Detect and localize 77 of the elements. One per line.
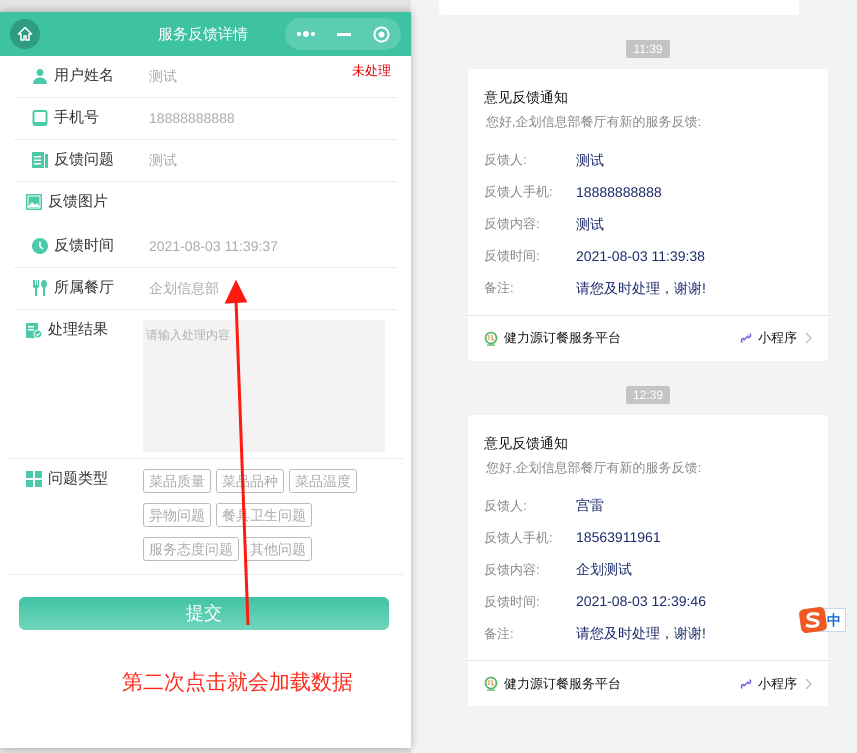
document-icon (32, 152, 48, 168)
field-value: 18888888888 (576, 182, 662, 202)
time-badge: 12:39 (626, 386, 670, 404)
field-value: 企划信息部 (149, 279, 219, 298)
issue-type-tag[interactable]: 异物问题 (143, 503, 211, 527)
card-greeting: 您好,企划信息部餐厅有新的服务反馈: (486, 113, 702, 131)
field-label: 备注: (484, 624, 515, 643)
field-value: 18563911961 (576, 528, 661, 547)
clipboard-check-icon (26, 322, 42, 338)
field-value: 请您及时处理，谢谢! (576, 278, 706, 298)
more-icon (296, 30, 316, 38)
field-value: 2021-08-03 11:39:37 (149, 237, 278, 256)
issue-type-tag[interactable]: 菜品温度 (289, 469, 357, 493)
grid-icon (26, 471, 42, 487)
field-value: 测试 (576, 214, 604, 234)
field-label: 反馈人: (484, 496, 528, 515)
field-value: 测试 (149, 67, 177, 86)
app-logo-icon (484, 676, 498, 691)
card-title: 意见反馈通知 (484, 88, 569, 107)
field-label: 反馈图片 (48, 192, 108, 212)
card-title: 意见反馈通知 (484, 434, 569, 452)
issue-type-tag[interactable]: 服务态度问题 (143, 537, 239, 561)
field-value: 请您及时处理，谢谢! (576, 624, 706, 643)
link-icon (740, 332, 752, 344)
more-button[interactable] (296, 30, 316, 38)
result-input[interactable]: 请输入处理内容 (143, 320, 385, 452)
field-label: 所属餐厅 (54, 278, 114, 298)
close-button[interactable] (373, 26, 390, 42)
minimize-icon (337, 32, 352, 36)
app-name: 健力源订餐服务平台 (504, 329, 621, 348)
person-icon (32, 68, 48, 84)
field-label: 反馈问题 (54, 150, 114, 170)
field-label: 反馈内容: (484, 560, 541, 579)
field-label: 问题类型 (48, 469, 108, 489)
field-label: 反馈时间 (54, 236, 114, 256)
mini-program-label: 小程序 (758, 674, 797, 693)
home-icon (17, 26, 33, 42)
status-label: 未处理 (352, 62, 391, 80)
field-label: 反馈人手机: (484, 528, 554, 547)
tablet-icon (32, 110, 48, 126)
home-button[interactable] (10, 19, 40, 49)
fork-spoon-icon (32, 280, 48, 296)
chevron-right-icon (805, 678, 812, 690)
app-name: 健力源订餐服务平台 (504, 674, 621, 693)
field-label: 用户姓名 (54, 66, 114, 86)
card-greeting: 您好,企划信息部餐厅有新的服务反馈: (486, 458, 702, 476)
mini-program-link[interactable]: 健力源订餐服务平台 小程序 (468, 660, 828, 706)
field-label: 手机号 (54, 108, 99, 128)
target-icon (373, 26, 390, 42)
annotation-text: 第二次点击就会加载数据 (122, 670, 353, 696)
submit-button[interactable]: 提交 (19, 597, 389, 630)
time-badge: 11:39 (626, 40, 670, 58)
mini-program-label: 小程序 (758, 329, 797, 348)
field-label: 处理结果 (48, 320, 108, 340)
field-value: 企划测试 (576, 560, 632, 579)
field-label: 备注: (484, 279, 515, 298)
chevron-right-icon (805, 332, 812, 344)
field-value: 宫雷 (576, 496, 604, 515)
field-value: 测试 (149, 151, 177, 170)
field-label: 反馈人手机: (484, 183, 554, 202)
field-label: 反馈人: (484, 151, 528, 170)
mini-program-link[interactable]: 健力源订餐服务平台 小程序 (468, 314, 828, 360)
field-value: 测试 (576, 150, 604, 170)
image-icon (26, 194, 42, 210)
window-title: 服务反馈详情 (158, 25, 248, 45)
field-value: 2021-08-03 11:39:38 (576, 246, 705, 266)
field-value: 18888888888 (149, 109, 235, 128)
clock-icon (32, 238, 48, 254)
field-label: 反馈内容: (484, 215, 541, 234)
link-icon (740, 678, 752, 690)
field-label: 反馈时间: (484, 247, 541, 266)
input-mode-label: 中 (827, 610, 842, 630)
field-value: 2021-08-03 12:39:46 (576, 592, 706, 611)
issue-type-tag[interactable]: 菜品质量 (143, 469, 211, 493)
minimize-button[interactable] (337, 32, 352, 36)
app-logo-icon (484, 330, 498, 346)
field-label: 反馈时间: (484, 592, 541, 611)
